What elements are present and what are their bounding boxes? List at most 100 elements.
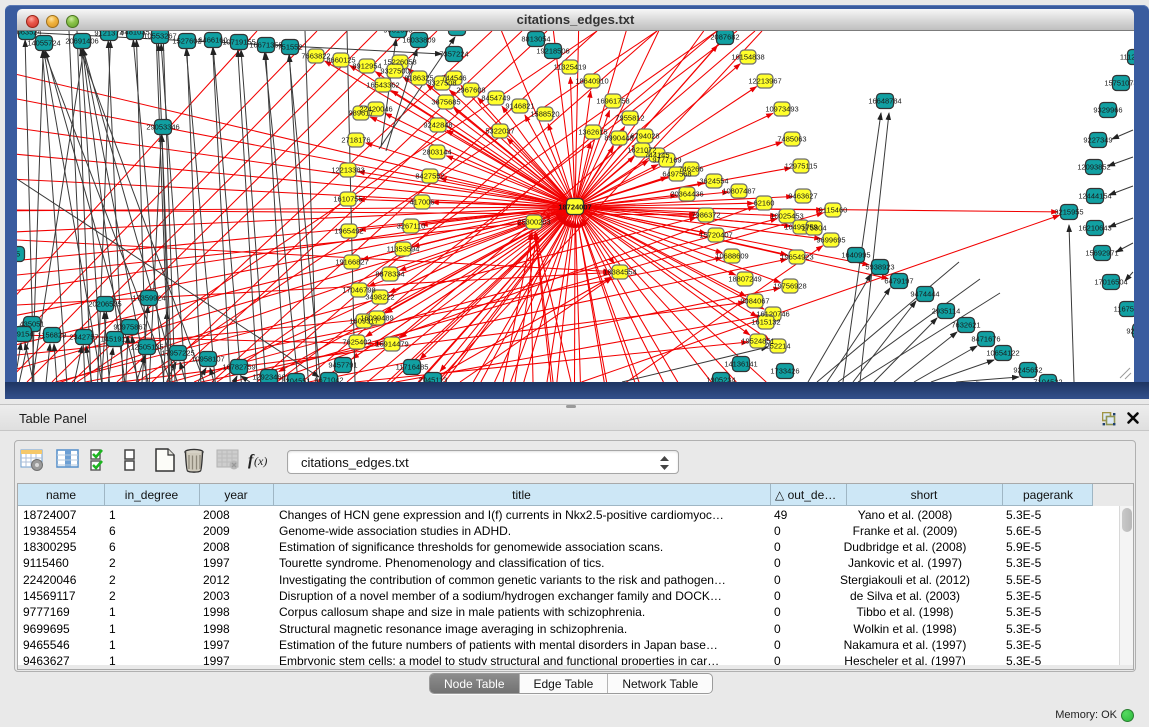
svg-text:9031648: 9031648: [383, 31, 412, 35]
svg-text:1527602: 1527602: [172, 37, 201, 46]
svg-text:7625402: 7625402: [342, 338, 371, 347]
svg-text:3498222: 3498222: [365, 293, 394, 302]
svg-text:8878334: 8878334: [375, 270, 404, 279]
svg-text:3624554: 3624554: [699, 177, 728, 186]
svg-text:1640995: 1640995: [841, 251, 870, 260]
svg-text:9115460: 9115460: [819, 206, 848, 215]
svg-text:252214: 252214: [765, 342, 790, 351]
svg-text:1451911: 1451911: [101, 335, 130, 344]
svg-text:17957225: 17957225: [161, 349, 194, 358]
svg-text:8204551: 8204551: [281, 377, 310, 383]
svg-text:11353594: 11353594: [387, 245, 420, 254]
svg-text:3875685: 3875685: [431, 98, 460, 107]
svg-text:5322037: 5322037: [485, 127, 514, 136]
svg-text:16099489: 16099489: [360, 314, 393, 323]
svg-text:417006: 417006: [409, 198, 434, 207]
svg-text:7104522: 7104522: [1033, 378, 1062, 383]
svg-text:19756928: 19756928: [773, 282, 806, 291]
svg-text:9699695: 9699695: [816, 236, 845, 245]
svg-text:16914479: 16914479: [375, 340, 408, 349]
svg-text:15751074: 15751074: [1104, 79, 1134, 88]
svg-text:7955812: 7955812: [615, 114, 644, 123]
svg-text:17359924: 17359924: [132, 294, 165, 303]
svg-text:19166827: 19166827: [335, 258, 368, 267]
svg-text:12213967: 12213967: [748, 77, 781, 86]
svg-text:1362615: 1362615: [578, 128, 607, 137]
svg-text:744546: 744546: [441, 74, 466, 83]
svg-text:751552: 751552: [277, 43, 302, 52]
svg-text:25300203: 25300203: [517, 218, 550, 227]
svg-text:1063524: 1063524: [17, 31, 42, 37]
svg-text:1588520: 1588520: [530, 110, 559, 119]
svg-text:6671042: 6671042: [314, 376, 343, 383]
svg-text:15226058: 15226058: [383, 58, 416, 67]
svg-text:8427552: 8427552: [415, 172, 444, 181]
svg-text:8660125: 8660125: [326, 56, 355, 65]
svg-text:(x): (x): [254, 454, 267, 468]
svg-text:1257304: 1257304: [442, 31, 471, 33]
svg-text:6479197: 6479197: [884, 277, 913, 286]
svg-text:9242848: 9242848: [423, 121, 452, 130]
svg-text:989617: 989617: [348, 109, 373, 118]
svg-text:10973493: 10973493: [765, 105, 798, 114]
svg-text:12093852: 12093852: [1077, 163, 1110, 172]
svg-text:14055724: 14055724: [27, 39, 60, 48]
svg-text:7485063: 7485063: [777, 135, 806, 144]
svg-text:62160: 62160: [754, 199, 775, 208]
svg-text:1615132: 1615132: [751, 318, 780, 327]
svg-text:1167533: 1167533: [1114, 305, 1134, 314]
svg-text:9245652: 9245652: [1013, 366, 1042, 375]
svg-text:10654122: 10654122: [986, 349, 1019, 358]
svg-text:16033809: 16033809: [402, 36, 435, 45]
svg-text:16648784: 16648784: [868, 97, 901, 106]
svg-text:1610755: 1610755: [333, 195, 362, 204]
svg-text:2342757: 2342757: [69, 333, 98, 342]
svg-text:8990448: 8990448: [604, 134, 633, 143]
svg-text:435051: 435051: [19, 320, 44, 329]
svg-text:2045113: 2045113: [419, 376, 448, 383]
svg-text:39154: 39154: [17, 330, 33, 339]
svg-text:9329966: 9329966: [1093, 106, 1122, 115]
svg-text:3215955: 3215955: [1054, 208, 1083, 217]
svg-text:15692971: 15692971: [1085, 249, 1118, 258]
svg-text:29053346: 29053346: [146, 123, 179, 132]
svg-text:6794028: 6794028: [630, 132, 659, 141]
svg-text:9777169: 9777169: [652, 156, 681, 165]
svg-text:7632621: 7632621: [951, 321, 980, 330]
svg-text:8813054: 8813054: [521, 35, 550, 44]
svg-text:1733426: 1733426: [770, 367, 799, 376]
svg-text:1905234: 1905234: [706, 376, 735, 383]
svg-text:11325419: 11325419: [554, 63, 587, 72]
svg-text:3267110: 3267110: [397, 222, 426, 231]
svg-text:9121374: 9121374: [94, 31, 123, 38]
svg-text:9227349: 9227349: [1083, 136, 1112, 145]
svg-text:20364436: 20364436: [670, 190, 703, 199]
svg-text:17016504: 17016504: [1094, 278, 1127, 287]
svg-text:90975867: 90975867: [113, 323, 146, 332]
svg-text:746266: 746266: [678, 165, 703, 174]
svg-text:10958107: 10958107: [191, 355, 224, 364]
svg-text:2718176: 2718176: [341, 136, 370, 145]
svg-text:2803144: 2803144: [422, 148, 451, 157]
svg-text:9084067: 9084067: [740, 297, 769, 306]
svg-text:1965492: 1965492: [334, 227, 363, 236]
svg-text:16543362: 16543362: [366, 81, 399, 90]
svg-text:175804: 175804: [801, 224, 826, 233]
svg-text:19654923: 19654923: [780, 253, 813, 262]
svg-text:12975115: 12975115: [785, 162, 818, 171]
svg-text:12505135: 12505135: [130, 343, 163, 352]
svg-text:7986372: 7986372: [691, 211, 720, 220]
svg-text:20206535: 20206535: [88, 300, 121, 309]
svg-text:9474444: 9474444: [910, 290, 939, 299]
svg-text:12444154: 12444154: [1078, 192, 1111, 201]
svg-text:7357224: 7357224: [439, 50, 468, 59]
svg-text:11123804: 11123804: [1120, 53, 1134, 62]
svg-text:10025453: 10025453: [770, 212, 803, 221]
svg-text:11716485: 11716485: [396, 363, 429, 372]
svg-text:18640910: 18640910: [575, 77, 608, 86]
svg-text:15720407: 15720407: [699, 231, 732, 240]
svg-text:16210643: 16210643: [1078, 224, 1111, 233]
svg-text:19384554: 19384554: [603, 268, 636, 277]
svg-text:14136141: 14136141: [724, 360, 757, 369]
svg-text:16782759: 16782759: [222, 363, 255, 372]
